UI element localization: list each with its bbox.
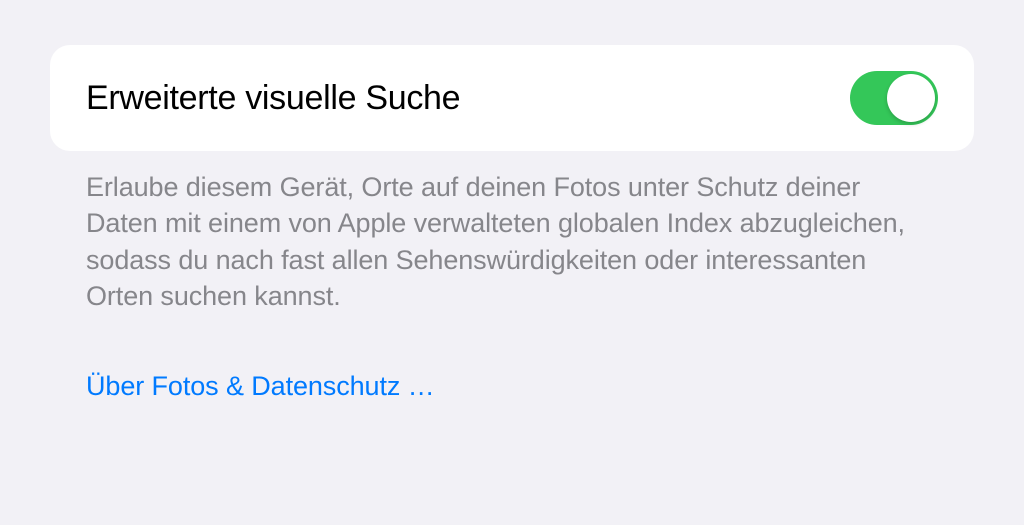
toggle-visual-search[interactable] <box>850 71 938 125</box>
privacy-link[interactable]: Über Fotos & Datenschutz … <box>50 315 974 402</box>
setting-description: Erlaube diesem Gerät, Orte auf deinen Fo… <box>50 151 974 315</box>
setting-row-visual-search: Erweiterte visuelle Suche <box>50 45 974 151</box>
setting-title: Erweiterte visuelle Suche <box>86 79 460 118</box>
toggle-knob <box>887 74 935 122</box>
